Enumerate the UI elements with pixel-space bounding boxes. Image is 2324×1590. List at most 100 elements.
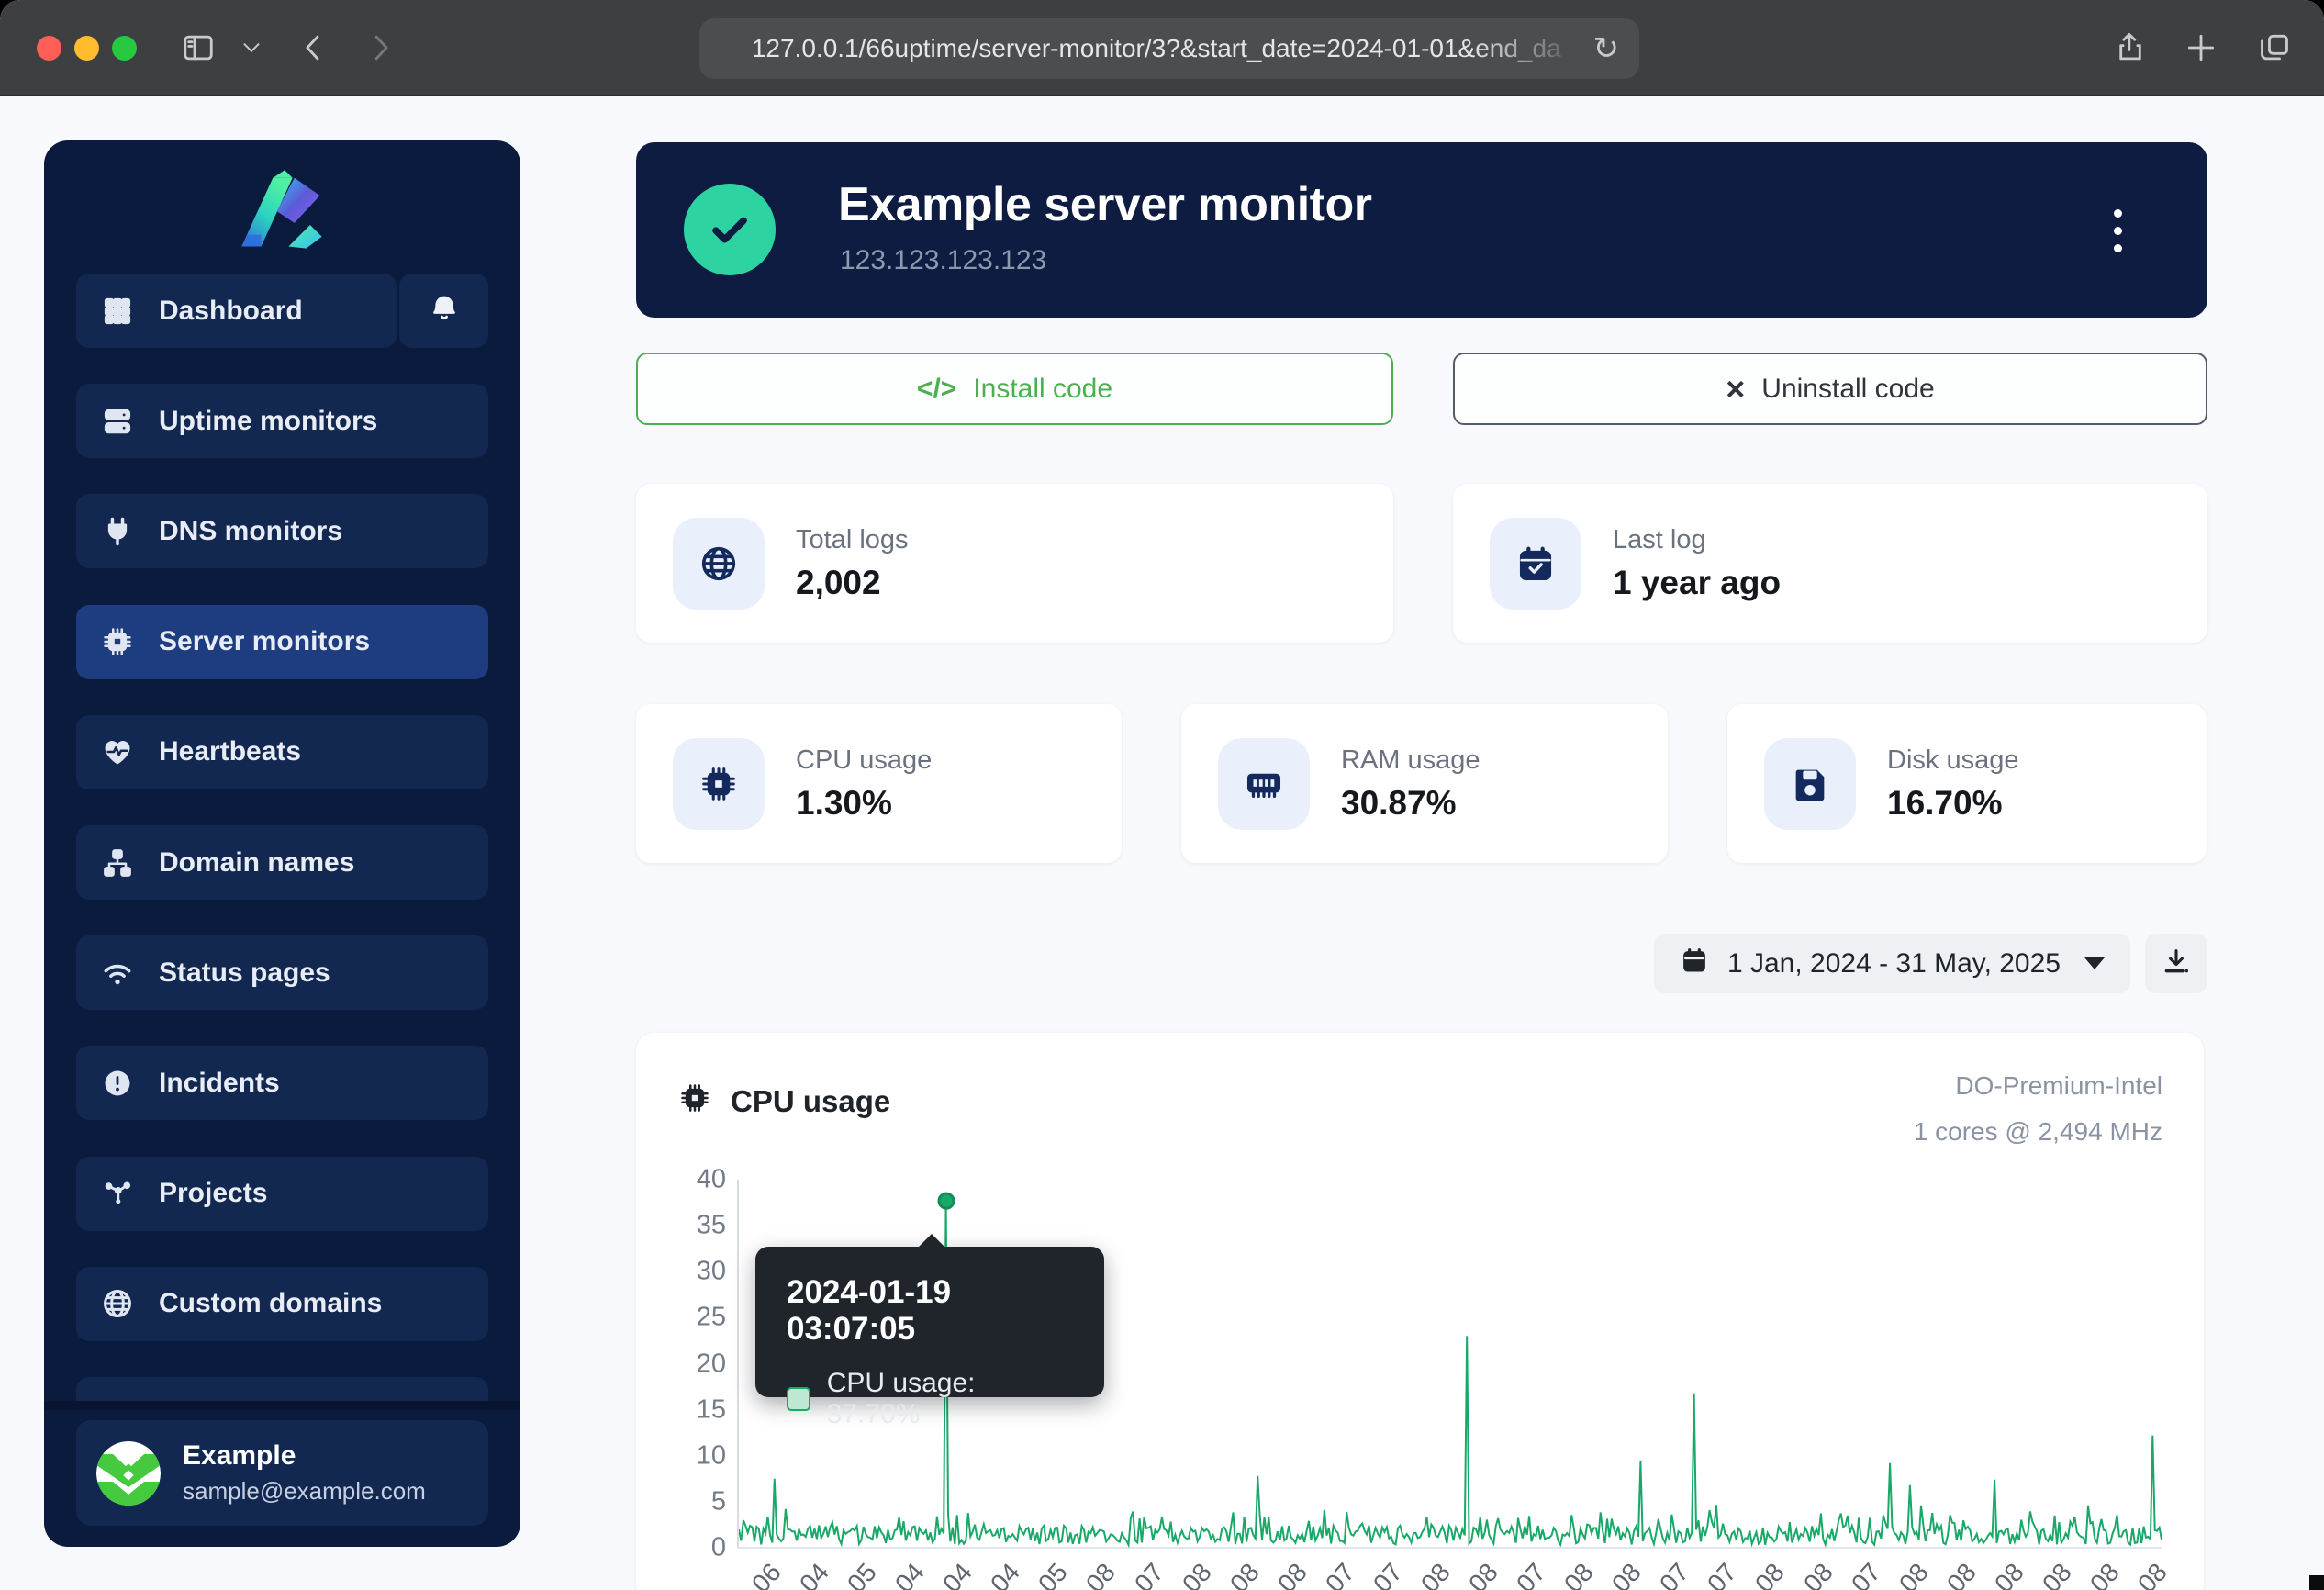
- sidebar-item-label: Server monitors: [159, 626, 370, 657]
- x-tick: 04: [794, 1558, 835, 1590]
- stat-label: RAM usage: [1341, 745, 1480, 776]
- chip-icon: [677, 1081, 712, 1123]
- y-tick: 5: [711, 1486, 726, 1517]
- x-tick: 08: [1749, 1558, 1791, 1590]
- x-tick: 08: [1177, 1558, 1218, 1590]
- download-button[interactable]: [2145, 934, 2207, 993]
- back-button[interactable]: [290, 24, 338, 72]
- status-ok-icon: [684, 184, 776, 275]
- stat-card-disk-usage: Disk usage16.70%: [1727, 704, 2207, 863]
- minimize-window-button[interactable]: [74, 36, 99, 61]
- forward-button: [356, 24, 404, 72]
- server-specs: 1 cores @ 2,494 MHz: [1914, 1117, 2162, 1147]
- sidebar-item-dns-monitors[interactable]: DNS monitors: [76, 494, 488, 568]
- sidebar-item-heartbeats[interactable]: Heartbeats: [76, 715, 488, 789]
- browser-toolbar: 127.0.0.1/66uptime/server-monitor/3?&sta…: [0, 0, 2324, 96]
- x-tick: 07: [1320, 1558, 1361, 1590]
- sidebar-item-uptime-monitors[interactable]: Uptime monitors: [76, 384, 488, 458]
- url-text[interactable]: 127.0.0.1/66uptime/server-monitor/3?&sta…: [720, 34, 1593, 63]
- sidebar-item-incidents[interactable]: Incidents: [76, 1046, 488, 1120]
- sidebar: Dashboard Uptime monitors DNS monitors Ser…: [44, 140, 520, 1547]
- download-icon: [2161, 946, 2192, 981]
- sidebar-divider: [44, 1401, 520, 1410]
- bell-icon: [428, 292, 461, 330]
- profile-menu[interactable]: Example sample@example.com: [76, 1420, 488, 1526]
- highlight-marker: [939, 1193, 954, 1208]
- server-name: DO-Premium-Intel: [1955, 1071, 2162, 1101]
- cpu-usage-chart-card: CPU usage DO-Premium-Intel 1 cores @ 2,4…: [636, 1033, 2204, 1590]
- sidebar-item-label: DNS monitors: [159, 516, 342, 547]
- chart-tooltip: 2024-01-19 03:07:05 CPU usage: 37.70%: [755, 1247, 1104, 1397]
- new-tab-icon[interactable]: [2177, 24, 2225, 72]
- kebab-menu-icon[interactable]: [2099, 197, 2136, 263]
- install-code-button[interactable]: </> Install code: [636, 353, 1393, 425]
- x-tick: 08: [2037, 1558, 2078, 1590]
- stat-card-last-log: Last log1 year ago: [1453, 484, 2207, 643]
- sidebar-item-partial[interactable]: [76, 1377, 488, 1401]
- sidebar-item-custom-domains[interactable]: Custom domains: [76, 1267, 488, 1341]
- y-tick: 25: [697, 1303, 726, 1333]
- sidebar-item-domain-names[interactable]: Domain names: [76, 825, 488, 900]
- x-tick: 04: [937, 1558, 978, 1590]
- sidebar-toggle-icon[interactable]: [174, 24, 222, 72]
- notifications-button[interactable]: [399, 274, 488, 348]
- sidebar-item-label: Status pages: [159, 957, 330, 989]
- tooltip-datetime: 2024-01-19 03:07:05: [787, 1274, 1073, 1348]
- date-range-picker[interactable]: 1 Jan, 2024 - 31 May, 2025: [1654, 934, 2130, 993]
- domains-icon: [100, 845, 135, 880]
- stat-label: Total logs: [796, 525, 909, 555]
- disk-icon: [1764, 738, 1856, 830]
- y-tick: 35: [697, 1211, 726, 1241]
- x-tick: 08: [1272, 1558, 1313, 1590]
- sidebar-item-label: Custom domains: [159, 1288, 382, 1319]
- sidebar-item-label: Heartbeats: [159, 736, 301, 767]
- browser-window: 127.0.0.1/66uptime/server-monitor/3?&sta…: [0, 0, 2324, 1590]
- monitor-ip: 123.123.123.123: [840, 245, 1046, 276]
- tabs-overview-icon[interactable]: [2251, 24, 2298, 72]
- monitor-header-card: Example server monitor 123.123.123.123: [636, 142, 2207, 318]
- stat-value: 1 year ago: [1613, 564, 1781, 602]
- main-content: Example server monitor 123.123.123.123 <…: [636, 142, 2207, 1590]
- x-tick: 06: [746, 1558, 788, 1590]
- x-tick: 07: [1702, 1558, 1743, 1590]
- status-icon: [100, 956, 135, 991]
- profile-name: Example: [183, 1440, 426, 1472]
- action-buttons: </> Install code × Uninstall code: [636, 353, 2207, 425]
- x-tick: 08: [1080, 1558, 1122, 1590]
- x-tick: 05: [1033, 1558, 1074, 1590]
- page-title: Example server monitor: [838, 177, 1371, 232]
- app-logo: [44, 166, 520, 254]
- chevron-down-icon[interactable]: [228, 24, 275, 72]
- stat-value: 2,002: [796, 564, 909, 602]
- cut-off-widget: [2309, 1575, 2324, 1590]
- dns-icon: [100, 514, 135, 549]
- sidebar-item-status-pages[interactable]: Status pages: [76, 935, 488, 1010]
- sidebar-item-dashboard[interactable]: Dashboard: [76, 274, 397, 348]
- uninstall-code-button[interactable]: × Uninstall code: [1453, 353, 2207, 425]
- x-tick: 07: [1654, 1558, 1695, 1590]
- sidebar-item-server-monitors[interactable]: Server monitors: [76, 605, 488, 679]
- share-icon[interactable]: [2106, 24, 2154, 72]
- close-icon: ×: [1726, 370, 1745, 409]
- server-icon: [100, 624, 135, 659]
- ram-icon: [1218, 738, 1310, 830]
- heartbeat-icon: [100, 734, 135, 769]
- close-window-button[interactable]: [37, 36, 61, 61]
- x-tick: 07: [1846, 1558, 1887, 1590]
- caret-down-icon: [2084, 957, 2105, 969]
- address-bar[interactable]: 127.0.0.1/66uptime/server-monitor/3?&sta…: [699, 18, 1639, 79]
- zoom-window-button[interactable]: [112, 36, 137, 61]
- sidebar-item-label: Dashboard: [159, 296, 303, 327]
- x-tick: 05: [842, 1558, 883, 1590]
- sidebar-item-projects[interactable]: Projects: [76, 1157, 488, 1231]
- x-tick: 08: [1989, 1558, 2030, 1590]
- reload-icon[interactable]: ↻: [1593, 33, 1620, 64]
- stats-row-usage: CPU usage1.30%RAM usage30.87%Disk usage1…: [636, 704, 2207, 863]
- stat-value: 16.70%: [1887, 784, 2018, 823]
- stats-row-logs: Total logs 2,002 Last log1 year ago: [636, 484, 2207, 643]
- y-tick: 40: [697, 1165, 726, 1195]
- stat-label: CPU usage: [796, 745, 932, 776]
- dashboard-icon: [100, 294, 135, 329]
- x-tick: 08: [1894, 1558, 1935, 1590]
- x-tick: 07: [1511, 1558, 1552, 1590]
